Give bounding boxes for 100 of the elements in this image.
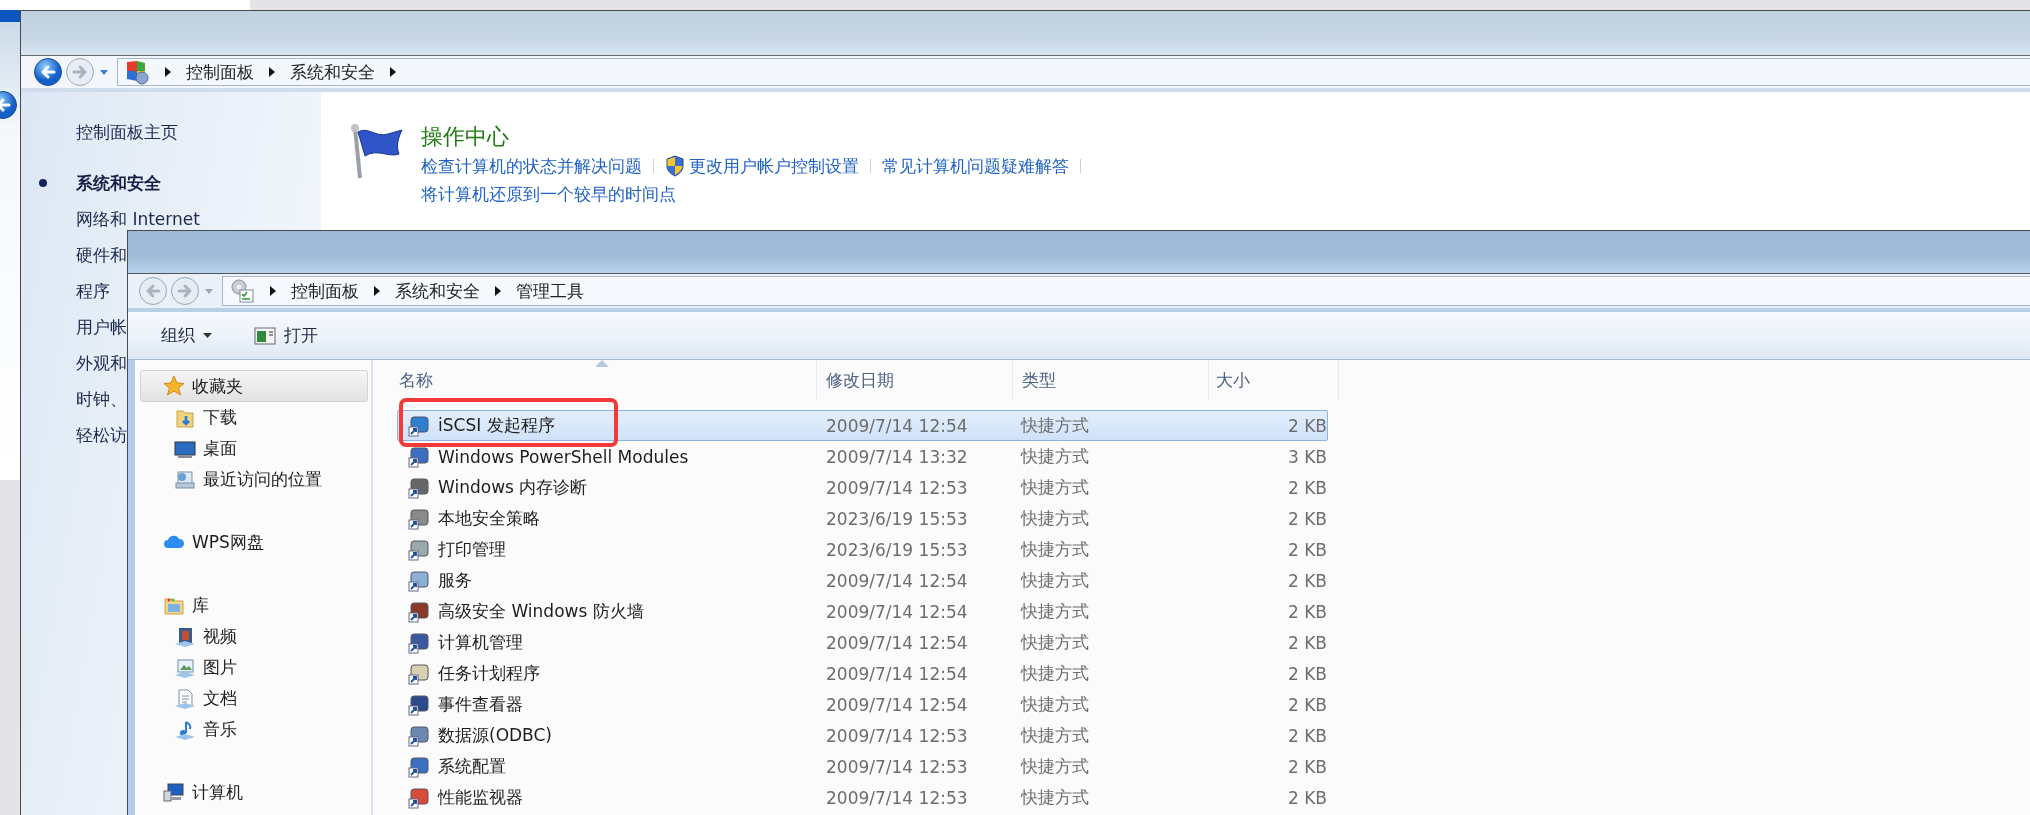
sidebar-link[interactable]: 轻松访 bbox=[76, 423, 127, 447]
organize-menu[interactable]: 组织 bbox=[155, 320, 218, 351]
file-name: 服务 bbox=[438, 569, 472, 592]
file-size: 3 KB bbox=[1286, 446, 1327, 467]
file-type: 快捷方式 bbox=[1019, 445, 1090, 468]
modified-date: 2009/7/14 12:54 bbox=[825, 415, 969, 436]
column-header[interactable]: 名称 bbox=[373, 360, 817, 400]
sidebar-link[interactable]: 网络和 Internet bbox=[76, 207, 200, 231]
breadcrumb[interactable]: 控制面板 bbox=[186, 60, 254, 84]
sidebar-link[interactable]: 外观和 bbox=[76, 351, 127, 375]
file-row[interactable]: 服务 2009/7/14 12:54 快捷方式 2 KB bbox=[397, 565, 1328, 596]
sidebar-link[interactable]: 程序 bbox=[76, 279, 110, 303]
file-size: 2 KB bbox=[1286, 508, 1327, 529]
file-type: 快捷方式 bbox=[1019, 786, 1090, 809]
file-row[interactable]: Windows PowerShell Modules 2009/7/14 13:32 快捷方式 3 KB bbox=[397, 441, 1328, 472]
shortcut-icon bbox=[408, 507, 430, 530]
caret-icon bbox=[203, 332, 212, 339]
file-type: 快捷方式 bbox=[1019, 569, 1090, 592]
file-name: 计算机管理 bbox=[438, 631, 523, 654]
address-bar[interactable]: 控制面板 系统和安全 bbox=[117, 58, 2030, 86]
nav-item[interactable]: 库 bbox=[140, 589, 368, 621]
file-type: 快捷方式 bbox=[1019, 600, 1090, 623]
file-type: 快捷方式 bbox=[1019, 538, 1090, 561]
file-row[interactable]: iSCSI 发起程序 2009/7/14 12:54 快捷方式 2 KB bbox=[397, 410, 1328, 441]
control-panel-icon bbox=[124, 59, 150, 85]
file-row[interactable]: 本地安全策略 2023/6/19 15:53 快捷方式 2 KB bbox=[397, 503, 1328, 534]
music-icon bbox=[174, 718, 196, 741]
modified-date: 2009/7/14 12:54 bbox=[825, 601, 969, 622]
file-name: 事件查看器 bbox=[438, 693, 523, 716]
nav-item[interactable]: 收藏夹 bbox=[140, 370, 368, 402]
nav-item[interactable]: WPS网盘 bbox=[140, 526, 368, 558]
breadcrumb-arrow-icon[interactable] bbox=[373, 285, 381, 297]
task-link[interactable]: 检查计算机的状态并解决问题 bbox=[421, 154, 642, 178]
file-size: 2 KB bbox=[1286, 632, 1327, 653]
shortcut-icon bbox=[408, 600, 430, 623]
shortcut-icon bbox=[408, 693, 430, 716]
file-row[interactable]: 打印管理 2023/6/19 15:53 快捷方式 2 KB bbox=[397, 534, 1328, 565]
back-button[interactable] bbox=[33, 57, 63, 87]
open-button[interactable]: 打开 bbox=[248, 320, 324, 351]
address-bar[interactable]: 控制面板 系统和安全 管理工具 bbox=[222, 276, 2030, 306]
breadcrumb-arrow-icon[interactable] bbox=[268, 66, 276, 78]
column-header[interactable]: 修改日期 bbox=[817, 360, 1013, 400]
file-name: 系统配置 bbox=[438, 755, 506, 778]
file-size: 2 KB bbox=[1286, 601, 1327, 622]
file-row[interactable]: 任务计划程序 2009/7/14 12:54 快捷方式 2 KB bbox=[397, 658, 1328, 689]
modified-date: 2009/7/14 12:54 bbox=[825, 632, 969, 653]
breadcrumb-arrow-icon[interactable] bbox=[164, 66, 172, 78]
file-type: 快捷方式 bbox=[1019, 414, 1090, 437]
file-row[interactable]: 系统配置 2009/7/14 12:53 快捷方式 2 KB bbox=[397, 751, 1328, 782]
modified-date: 2009/7/14 12:54 bbox=[825, 570, 969, 591]
tools-icon bbox=[229, 278, 255, 304]
file-name: Windows 内存诊断 bbox=[438, 476, 588, 499]
sort-arrow-icon bbox=[595, 360, 609, 367]
file-row[interactable]: Windows 内存诊断 2009/7/14 12:53 快捷方式 2 KB bbox=[397, 472, 1328, 503]
nav-item[interactable]: 下载 bbox=[203, 406, 237, 429]
breadcrumb[interactable]: 系统和安全 bbox=[395, 279, 480, 303]
task-link[interactable]: 将计算机还原到一个较早的时间点 bbox=[421, 182, 676, 206]
modified-date: 2009/7/14 12:54 bbox=[825, 694, 969, 715]
column-header[interactable]: 类型 bbox=[1013, 360, 1209, 400]
file-size: 2 KB bbox=[1286, 787, 1327, 808]
file-row[interactable]: 性能监视器 2009/7/14 12:53 快捷方式 2 KB bbox=[397, 782, 1328, 813]
sidebar-link[interactable]: 系统和安全 bbox=[76, 171, 161, 195]
breadcrumb-arrow-icon[interactable] bbox=[269, 285, 277, 297]
section-title[interactable]: 操作中心 bbox=[421, 122, 1092, 152]
task-link[interactable]: 常见计算机问题疑难解答 bbox=[882, 154, 1069, 178]
nav-item[interactable]: 音乐 bbox=[203, 718, 237, 741]
nav-item[interactable]: 图片 bbox=[203, 656, 237, 679]
file-size: 2 KB bbox=[1286, 570, 1327, 591]
file-row[interactable]: 高级安全 Windows 防火墙 2009/7/14 12:54 快捷方式 2 KB bbox=[397, 596, 1328, 627]
nav-item[interactable]: 桌面 bbox=[203, 437, 237, 460]
sidebar-link[interactable]: 控制面板主页 bbox=[76, 120, 178, 144]
history-dropdown-icon[interactable] bbox=[99, 68, 109, 76]
nav-item[interactable]: 计算机 bbox=[140, 776, 368, 808]
file-name: 性能监视器 bbox=[438, 786, 523, 809]
sidebar-link[interactable]: 时钟、 bbox=[76, 387, 127, 411]
file-name: 打印管理 bbox=[438, 538, 506, 561]
task-link[interactable]: 更改用户帐户控制设置 bbox=[665, 154, 859, 178]
file-row[interactable]: 数据源(ODBC) 2009/7/14 12:53 快捷方式 2 KB bbox=[397, 720, 1328, 751]
sidebar-link[interactable]: 硬件和 bbox=[76, 243, 127, 267]
breadcrumb-arrow-icon[interactable] bbox=[389, 66, 397, 78]
computer-icon bbox=[163, 781, 185, 803]
nav-item[interactable]: 最近访问的位置 bbox=[203, 468, 322, 491]
sidebar-link[interactable]: 用户帐 bbox=[76, 315, 127, 339]
shield-icon bbox=[665, 155, 685, 177]
file-name: 本地安全策略 bbox=[438, 507, 540, 530]
file-row[interactable]: 计算机管理 2009/7/14 12:54 快捷方式 2 KB bbox=[397, 627, 1328, 658]
file-type: 快捷方式 bbox=[1019, 507, 1090, 530]
breadcrumb[interactable]: 管理工具 bbox=[516, 279, 584, 303]
file-row[interactable]: 事件查看器 2009/7/14 12:54 快捷方式 2 KB bbox=[397, 689, 1328, 720]
breadcrumb-arrow-icon[interactable] bbox=[494, 285, 502, 297]
file-type: 快捷方式 bbox=[1019, 476, 1090, 499]
column-header[interactable]: 大小 bbox=[1209, 360, 1339, 400]
modified-date: 2023/6/19 15:53 bbox=[825, 539, 969, 560]
modified-date: 2009/7/14 12:53 bbox=[825, 725, 969, 746]
nav-item[interactable]: 文档 bbox=[203, 687, 237, 710]
breadcrumb[interactable]: 系统和安全 bbox=[290, 60, 375, 84]
file-type: 快捷方式 bbox=[1019, 662, 1090, 685]
breadcrumb[interactable]: 控制面板 bbox=[291, 279, 359, 303]
nav-item[interactable]: 视频 bbox=[203, 625, 237, 648]
file-size: 2 KB bbox=[1286, 694, 1327, 715]
